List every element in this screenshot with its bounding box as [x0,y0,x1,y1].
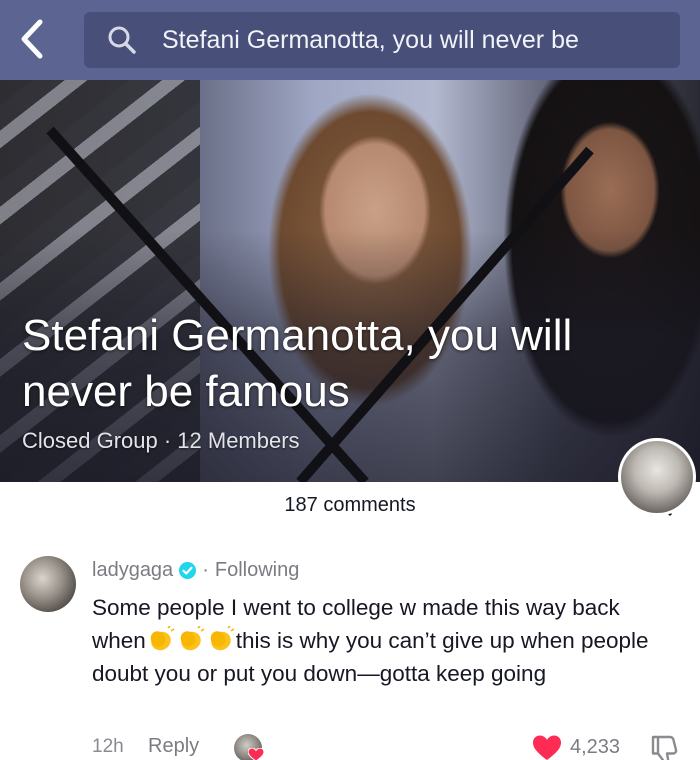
comment-meta: ladygaga · Following [92,559,299,582]
clapping-hands-icon [180,626,205,651]
dislike-icon[interactable] [648,734,680,760]
like-button[interactable]: 4,233 [532,734,642,760]
shared-screenshot: Stefani Germanotta, you will never be fa… [0,0,700,482]
following-label: Following [214,559,300,581]
heart-icon [248,748,264,760]
search-input[interactable]: Stefani Germanotta, you will never be [84,12,680,68]
search-query: Stefani Germanotta, you will never be [162,26,579,54]
creator-avatar[interactable] [618,438,696,516]
clapping-hands-icon [210,626,235,651]
back-arrow-icon[interactable] [12,14,52,64]
group-title: Stefani Germanotta, you will never be fa… [22,311,573,416]
meta-separator: · [202,559,209,581]
reply-button[interactable]: Reply [148,735,199,758]
clapping-hands-icon [150,626,175,651]
facebook-search-bar: Stefani Germanotta, you will never be [0,0,700,80]
avatar[interactable] [20,556,76,612]
heart-icon [533,735,561,760]
comments-count: 187 comments [284,494,416,516]
comment-timestamp: 12h [92,736,124,757]
comment-actions: 12h Reply 4,233 [92,734,688,760]
comment-text: Some people I went to college w made thi… [92,591,652,690]
search-icon [108,26,136,54]
verified-badge-icon [179,562,197,579]
group-meta: Closed Group · 12 Members [22,428,300,453]
comment-username[interactable]: ladygaga [92,559,173,582]
like-count: 4,233 [570,736,621,758]
cross-out-mark [46,126,594,482]
group-cover-photo: Stefani Germanotta, you will never be fa… [0,80,700,482]
comments-header: 187 comments [0,482,700,530]
